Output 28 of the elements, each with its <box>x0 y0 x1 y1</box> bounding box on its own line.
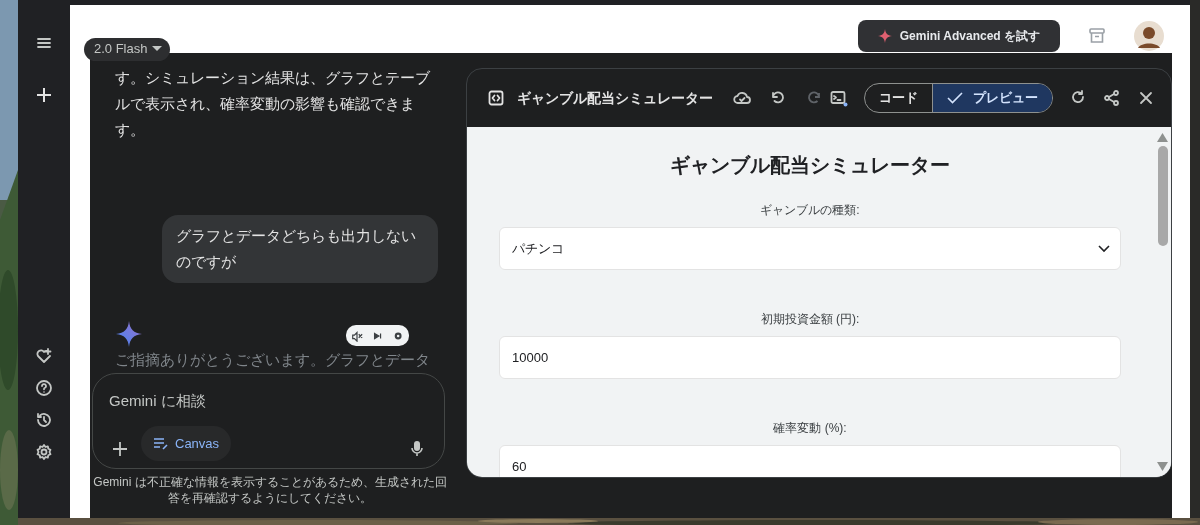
upgrade-button[interactable]: Gemini Advanced を試す <box>857 20 1060 52</box>
preview-heading: ギャンブル配当シミュレーター <box>669 153 951 177</box>
select-field[interactable]: パチンコ <box>499 227 1121 270</box>
scroll-thumb[interactable] <box>1157 146 1168 246</box>
field-label: 確率変動 (%): <box>772 420 848 437</box>
avatar-icon[interactable] <box>1134 21 1164 51</box>
edit-list-icon <box>153 436 169 451</box>
field-label: 初期投資金額 (円): <box>759 311 861 328</box>
input-field[interactable]: 60 <box>499 445 1121 477</box>
tab[interactable]: プレビュー <box>932 84 1052 112</box>
gemini-sparkle-icon <box>116 321 142 347</box>
sparkle-icon <box>877 29 892 43</box>
check-icon <box>947 92 963 104</box>
input-field[interactable]: Gemini に相談 Canvas <box>92 373 445 469</box>
user-message: グラフとデータどちらも出力しないのですが <box>162 215 438 283</box>
disclaimer-text: Gemini は不正確な情報を表示することがあるため、生成された回答を再確認するようにしてください。 <box>92 474 448 506</box>
field-label: ギャンブルの種類: <box>759 202 861 219</box>
tab[interactable]: コード <box>865 84 932 112</box>
help-icon[interactable] <box>33 377 55 399</box>
canvas-button[interactable]: Canvas <box>141 426 232 461</box>
canvas-title: ギャンブル配当シミュレーター <box>517 88 713 108</box>
model-selector[interactable]: 2.0 Flash <box>84 38 171 61</box>
response-text: す。シミュレーション結果は、グラフとテーブルで表示され、確率変動の影響も確認できます。 <box>115 68 431 140</box>
chevron-down-icon <box>1098 244 1110 253</box>
scroll-up-icon[interactable] <box>1157 133 1168 142</box>
scroll-down-icon[interactable] <box>1157 462 1168 471</box>
response-text: ご指摘ありがとうございます。グラフとデータ <box>115 350 430 370</box>
input-field[interactable]: 10000 <box>499 336 1121 379</box>
